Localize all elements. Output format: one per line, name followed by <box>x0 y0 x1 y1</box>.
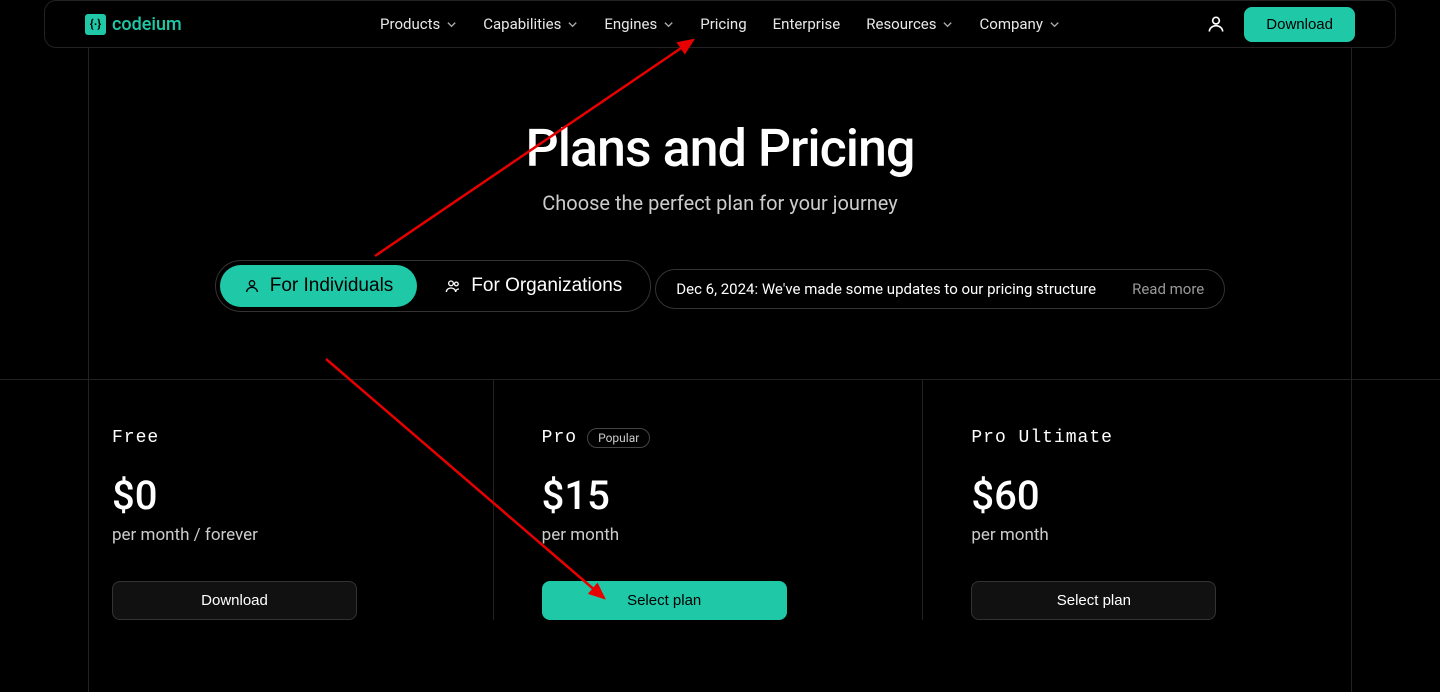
hero-section: Plans and Pricing Choose the perfect pla… <box>0 118 1440 312</box>
chevron-down-icon <box>446 19 457 30</box>
plan-price: $60 <box>971 472 1328 519</box>
popular-badge: Popular <box>587 428 650 448</box>
announcement-link[interactable]: Read more <box>1132 280 1204 298</box>
audience-toggle: For Individuals For Organizations <box>215 260 652 312</box>
plan-pro: Pro Popular $15 per month Select plan <box>518 380 924 620</box>
plans-grid: Free $0 per month / forever Download Pro… <box>0 379 1440 620</box>
toggle-individuals[interactable]: For Individuals <box>220 265 418 307</box>
nav-label: Resources <box>866 15 936 33</box>
nav-label: Products <box>380 15 440 33</box>
decorative-border-right <box>1351 48 1352 692</box>
nav-label: Capabilities <box>483 15 561 33</box>
nav-pricing[interactable]: Pricing <box>700 15 746 33</box>
people-icon <box>445 278 461 294</box>
nav-company[interactable]: Company <box>980 15 1060 33</box>
plan-cta-select[interactable]: Select plan <box>542 581 787 620</box>
nav-label: Engines <box>604 15 657 33</box>
announcement-text: Dec 6, 2024: We've made some updates to … <box>676 280 1096 298</box>
plan-free: Free $0 per month / forever Download <box>88 380 494 620</box>
chevron-down-icon <box>567 19 578 30</box>
plan-price: $15 <box>542 472 899 519</box>
plan-name: Pro Ultimate <box>971 428 1113 448</box>
nav-engines[interactable]: Engines <box>604 15 674 33</box>
page-title: Plans and Pricing <box>0 118 1440 179</box>
chevron-down-icon <box>943 19 954 30</box>
decorative-border-left <box>88 48 89 692</box>
plan-name: Free <box>112 428 159 448</box>
toggle-organizations[interactable]: For Organizations <box>421 265 646 307</box>
nav-resources[interactable]: Resources <box>866 15 953 33</box>
nav-enterprise[interactable]: Enterprise <box>773 15 841 33</box>
plan-cta-download[interactable]: Download <box>112 581 357 620</box>
nav-capabilities[interactable]: Capabilities <box>483 15 578 33</box>
user-icon[interactable] <box>1206 14 1226 34</box>
person-icon <box>244 278 260 294</box>
plan-price: $0 <box>112 472 469 519</box>
download-button[interactable]: Download <box>1244 7 1355 42</box>
main-nav: {·} codeium Products Capabilities Engine… <box>44 0 1396 48</box>
plan-pro-ultimate: Pro Ultimate $60 per month Select plan <box>947 380 1352 620</box>
nav-label: Pricing <box>700 15 746 33</box>
page-subtitle: Choose the perfect plan for your journey <box>0 191 1440 215</box>
chevron-down-icon <box>663 19 674 30</box>
nav-items: Products Capabilities Engines Pricing En… <box>380 15 1060 33</box>
toggle-label: For Organizations <box>471 275 622 297</box>
brand-logo[interactable]: {·} codeium <box>85 14 182 35</box>
nav-label: Company <box>980 15 1043 33</box>
announcement-banner: Dec 6, 2024: We've made some updates to … <box>655 269 1225 309</box>
chevron-down-icon <box>1049 19 1060 30</box>
plan-cta-select[interactable]: Select plan <box>971 581 1216 620</box>
nav-right: Download <box>1206 7 1355 42</box>
nav-label: Enterprise <box>773 15 841 33</box>
logo-icon: {·} <box>85 14 106 35</box>
plan-period: per month / forever <box>112 525 469 545</box>
plan-period: per month <box>971 525 1328 545</box>
nav-products[interactable]: Products <box>380 15 457 33</box>
plan-name: Pro <box>542 428 577 448</box>
plan-period: per month <box>542 525 899 545</box>
toggle-label: For Individuals <box>270 275 394 297</box>
logo-text: codeium <box>112 14 182 35</box>
